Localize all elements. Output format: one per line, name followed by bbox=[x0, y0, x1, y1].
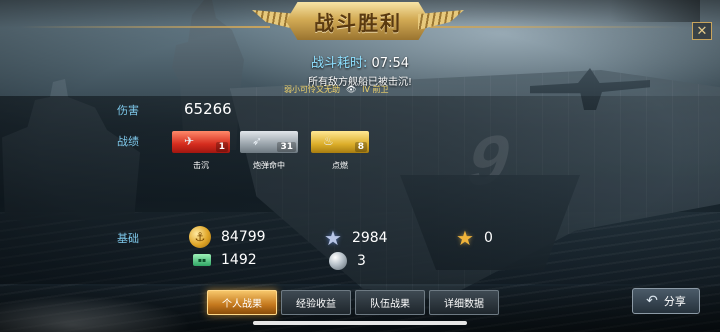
orb-reward: 3 bbox=[329, 252, 366, 270]
ticket-reward-value: 1492 bbox=[221, 252, 257, 268]
medal-sink[interactable]: ✈ 1 bbox=[172, 131, 230, 153]
player-rank: IV 前卫 bbox=[362, 85, 389, 94]
gold-star-reward: ★ 0 bbox=[456, 226, 493, 250]
tab-team-result[interactable]: 队伍战果 bbox=[355, 290, 425, 315]
close-icon: ✕ bbox=[696, 23, 708, 39]
gold-reward: ⚓ 84799 bbox=[189, 226, 266, 248]
share-arrow-icon: ↶ bbox=[646, 293, 658, 309]
top-right-shade bbox=[610, 0, 700, 22]
tab-personal-result[interactable]: 个人战果 bbox=[207, 290, 277, 315]
close-button[interactable]: ✕ bbox=[692, 22, 712, 40]
gold-coin-icon: ⚓ bbox=[189, 226, 211, 248]
header-line-left bbox=[20, 26, 270, 28]
green-ticket-icon: ▪▪ bbox=[193, 254, 211, 266]
player-name: 弱小可怜又无助 bbox=[284, 85, 340, 94]
medal-fire[interactable]: ♨ 8 bbox=[311, 131, 369, 153]
victory-emblem: 战斗胜利 bbox=[252, 2, 464, 42]
tab-experience-gain[interactable]: 经验收益 bbox=[281, 290, 351, 315]
experience-reward: ★ 2984 bbox=[324, 226, 388, 250]
victory-title: 战斗胜利 bbox=[314, 12, 402, 35]
medal-shell-hit[interactable]: ➶ 31 bbox=[240, 131, 298, 153]
gold-reward-value: 84799 bbox=[221, 229, 266, 245]
medal-sink-label: 击沉 bbox=[193, 161, 209, 170]
battle-summary: 战斗耗时: 07:54 所有敌方舰船已被击沉! bbox=[0, 52, 720, 88]
medal-fire-count: 8 bbox=[354, 142, 367, 152]
ticket-reward: ▪▪ 1492 bbox=[193, 252, 257, 268]
orb-reward-value: 3 bbox=[357, 253, 366, 269]
tab-detailed-data[interactable]: 详细数据 bbox=[429, 290, 499, 315]
experience-reward-value: 2984 bbox=[351, 230, 388, 246]
plane-sink-icon: ✈ bbox=[184, 134, 195, 148]
battle-time: 战斗耗时: 07:54 bbox=[0, 52, 720, 71]
share-button[interactable]: ↶ 分享 bbox=[632, 288, 700, 314]
home-indicator[interactable] bbox=[253, 321, 467, 325]
medal-shell-hit-count: 31 bbox=[277, 142, 296, 152]
share-label: 分享 bbox=[663, 295, 686, 308]
damage-label: 伤害 bbox=[117, 104, 139, 117]
medal-shell-hit-label: 炮弹命中 bbox=[253, 161, 285, 170]
gold-star-icon: ★ bbox=[456, 226, 474, 250]
player-info: 弱小可怜又无助 👁 IV 前卫 bbox=[284, 84, 389, 95]
header-line-right bbox=[430, 26, 680, 28]
eye-icon: 👁 bbox=[346, 85, 357, 94]
silver-orb-icon bbox=[329, 252, 347, 270]
base-label: 基础 bbox=[117, 232, 139, 245]
silver-star-icon: ★ bbox=[324, 226, 342, 250]
gold-star-reward-value: 0 bbox=[483, 230, 493, 246]
result-tabs: 个人战果 经验收益 队伍战果 详细数据 bbox=[207, 290, 499, 315]
victory-title-plate: 战斗胜利 bbox=[286, 2, 430, 40]
medal-sink-count: 1 bbox=[215, 142, 228, 152]
fire-icon: ♨ bbox=[323, 134, 334, 148]
battle-time-value: 07:54 bbox=[371, 56, 409, 71]
medal-fire-label: 点燃 bbox=[332, 161, 348, 170]
record-label: 战绩 bbox=[117, 135, 139, 148]
shell-hit-icon: ➶ bbox=[252, 134, 263, 148]
damage-value: 65266 bbox=[184, 100, 232, 118]
battle-time-label: 战斗耗时: bbox=[311, 56, 368, 71]
